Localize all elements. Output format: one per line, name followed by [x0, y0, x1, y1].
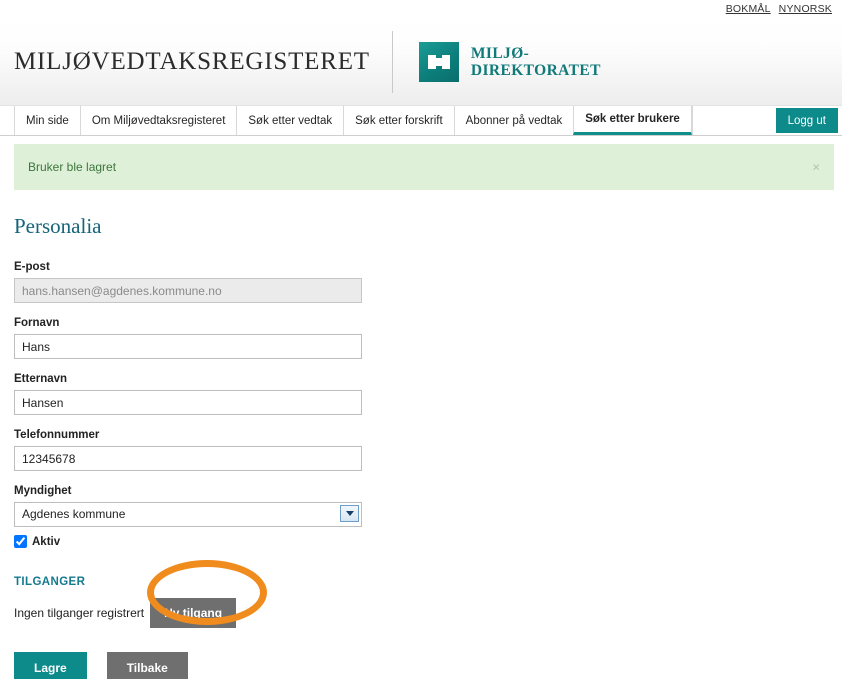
site-title: MILJØVEDTAKSREGISTERET: [14, 47, 370, 75]
myndighet-select-wrapper[interactable]: Agdenes kommune: [14, 502, 362, 527]
form-actions: Lagre Tilbake: [14, 652, 828, 679]
nav-item-sok-etter-vedtak[interactable]: Søk etter vedtak: [236, 106, 343, 135]
etternavn-input[interactable]: [14, 390, 362, 415]
logout-button[interactable]: Logg ut: [775, 108, 838, 133]
tilganger-row: Ingen tilganger registrert Ny tilgang: [14, 598, 828, 628]
nav-item-sok-etter-brukere[interactable]: Søk etter brukere: [573, 106, 692, 135]
field-label-myndighet: Myndighet: [14, 485, 72, 497]
field-label-fornavn: Fornavn: [14, 317, 60, 329]
site-header: MILJØVEDTAKSREGISTERET MILJØ- DIREKTORAT…: [0, 18, 842, 106]
fornavn-input[interactable]: [14, 334, 362, 359]
field-myndighet: Myndighet Agdenes kommune Aktiv: [14, 485, 828, 548]
field-telefonnummer: Telefonnummer: [14, 429, 828, 471]
brand-name: MILJØ- DIREKTORATET: [471, 45, 601, 79]
alert-message: Bruker ble lagret: [28, 160, 117, 174]
telefonnummer-input[interactable]: [14, 446, 362, 471]
nav-item-om-miljovedtaksregisteret[interactable]: Om Miljøvedtaksregisteret: [79, 106, 237, 135]
field-label-epost: E-post: [14, 261, 50, 273]
field-label-telefonnummer: Telefonnummer: [14, 429, 100, 441]
brand-name-line2: DIREKTORATET: [470, 61, 601, 79]
brand-name-line1: MILJØ-: [470, 44, 530, 62]
language-link-nynorsk[interactable]: NYNORSK: [779, 3, 832, 15]
field-etternavn: Etternavn: [14, 373, 828, 415]
language-link-bokmal[interactable]: BOKMÅL: [726, 3, 771, 15]
field-fornavn: Fornavn: [14, 317, 828, 359]
book-logo-icon: [418, 41, 459, 82]
page-title: Personalia: [14, 214, 102, 238]
nav-item-abonner-pa-vedtak[interactable]: Abonner på vedtak: [453, 106, 574, 135]
myndighet-select[interactable]: Agdenes kommune: [14, 502, 362, 527]
aktiv-checkbox-row[interactable]: Aktiv: [14, 535, 828, 548]
ny-tilgang-button[interactable]: Ny tilgang: [150, 598, 237, 628]
field-label-etternavn: Etternavn: [14, 373, 68, 385]
close-icon[interactable]: ×: [812, 161, 820, 174]
epost-input: [14, 278, 362, 303]
tilganger-heading: TILGANGER: [14, 576, 86, 588]
nav-spacer: [691, 106, 776, 135]
header-divider: [391, 30, 393, 93]
aktiv-checkbox-label: Aktiv: [32, 535, 61, 548]
tilganger-section: TILGANGER Ingen tilganger registrert Ny …: [14, 560, 828, 628]
field-epost: E-post: [14, 261, 828, 303]
success-alert: Bruker ble lagret ×: [14, 144, 834, 190]
nav-item-min-side[interactable]: Min side: [14, 106, 80, 135]
aktiv-checkbox[interactable]: [14, 535, 27, 548]
save-button[interactable]: Lagre: [14, 652, 87, 679]
nav-item-sok-etter-forskrift[interactable]: Søk etter forskrift: [343, 106, 454, 135]
back-button[interactable]: Tilbake: [106, 652, 188, 679]
main-content: Personalia E-post Fornavn Etternavn Tele…: [0, 190, 842, 679]
chevron-down-icon[interactable]: [340, 505, 359, 522]
tilganger-empty-text: Ingen tilganger registrert: [14, 606, 145, 620]
language-bar: BOKMÅL NYNORSK: [0, 0, 842, 18]
brand-logo[interactable]: MILJØ- DIREKTORATET: [418, 41, 601, 82]
main-navigation: Min side Om Miljøvedtaksregisteret Søk e…: [0, 106, 842, 136]
